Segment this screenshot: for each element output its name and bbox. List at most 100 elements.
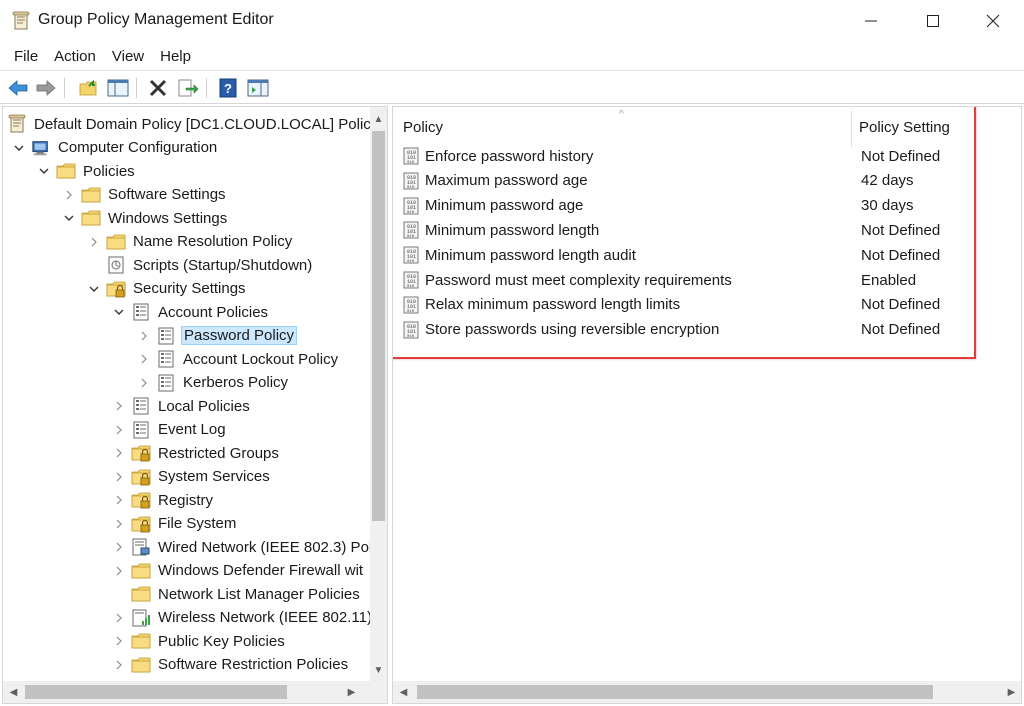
show-hide-action-pane-button[interactable] <box>246 76 270 100</box>
console-tree[interactable]: Default Domain Policy [DC1.CLOUD.LOCAL] … <box>2 106 388 704</box>
back-button[interactable] <box>6 76 30 100</box>
svg-text:010: 010 <box>407 335 415 339</box>
chevron-right-icon[interactable] <box>111 492 127 508</box>
tree-item-label: Registry <box>158 491 214 509</box>
chevron-right-icon[interactable] <box>111 657 127 673</box>
tree-horizontal-scrollbar[interactable]: ◀ ▶ <box>3 681 387 703</box>
script-icon <box>106 256 126 274</box>
scroll-up-arrow-icon[interactable]: ▲ <box>370 111 387 128</box>
tree-item-windows-defender-firewall-wit[interactable]: Windows Defender Firewall wit <box>111 560 365 582</box>
tree-item-account-lockout-policy[interactable]: Account Lockout Policy <box>136 348 340 370</box>
chevron-right-icon[interactable] <box>111 516 127 532</box>
tree-item-wireless-network-ieee-802-11[interactable]: Wireless Network (IEEE 802.11) <box>111 607 374 629</box>
chevron-right-icon[interactable] <box>136 351 152 367</box>
policy-list-icon <box>131 397 151 415</box>
menu-file[interactable]: File <box>6 46 46 67</box>
list-item[interactable]: 010 101 010 Password must meet complexity r… <box>401 268 961 292</box>
scroll-left-arrow-icon[interactable]: ◀ <box>395 681 412 703</box>
window-title: Group Policy Management Editor <box>38 11 274 28</box>
delete-button[interactable] <box>146 76 170 100</box>
chevron-right-icon[interactable] <box>111 469 127 485</box>
menu-action[interactable]: Action <box>46 46 104 67</box>
chevron-right-icon[interactable] <box>61 187 77 203</box>
tree-item-software-restriction-policies[interactable]: Software Restriction Policies <box>111 654 350 676</box>
forward-button[interactable] <box>34 76 58 100</box>
list-item[interactable]: 010 101 010 Store passwords using reversibl… <box>401 318 961 342</box>
list-horizontal-scrollbar[interactable]: ◀ ▶ <box>393 681 1021 703</box>
scroll-right-arrow-icon[interactable]: ▶ <box>343 681 360 703</box>
tree-item-default-domain-policy-dc1-cloud-local-policy[interactable]: Default Domain Policy [DC1.CLOUD.LOCAL] … <box>7 113 380 135</box>
folder-icon <box>81 186 101 204</box>
tree-item-restricted-groups[interactable]: Restricted Groups <box>111 442 281 464</box>
tree-item-computer-configuration[interactable]: Computer Configuration <box>11 137 219 159</box>
column-header-policy-setting[interactable]: Policy Setting <box>859 119 950 136</box>
chevron-down-icon[interactable] <box>11 140 27 156</box>
tree-item-label: Software Restriction Policies <box>158 656 349 673</box>
tree-item-software-settings[interactable]: Software Settings <box>61 184 228 206</box>
tree-item-security-settings[interactable]: Security Settings <box>86 278 248 300</box>
chevron-right-icon[interactable] <box>111 398 127 414</box>
tree-item-wired-network-ieee-802-3-poli[interactable]: Wired Network (IEEE 802.3) Poli <box>111 536 378 558</box>
chevron-down-icon[interactable] <box>111 304 127 320</box>
policy-setting-icon: 010 101 010 <box>401 221 421 239</box>
minimize-button[interactable] <box>848 0 894 42</box>
menu-help[interactable]: Help <box>152 46 199 67</box>
tree-item-system-services[interactable]: System Services <box>111 466 272 488</box>
list-item[interactable]: 010 101 010 Minimum password length Not Defi… <box>401 218 961 242</box>
scroll-left-arrow-icon[interactable]: ◀ <box>5 681 22 703</box>
svg-text:010: 010 <box>407 186 415 190</box>
chevron-right-icon[interactable] <box>111 610 127 626</box>
maximize-button[interactable] <box>910 0 956 42</box>
tree-item-public-key-policies[interactable]: Public Key Policies <box>111 630 287 652</box>
tree-item-label: Security Settings <box>133 280 246 297</box>
chevron-right-icon[interactable] <box>111 633 127 649</box>
scroll-down-arrow-icon[interactable]: ▼ <box>370 662 387 679</box>
show-hide-tree-button[interactable] <box>106 76 130 100</box>
list-item[interactable]: 010 101 010 Maximum password age 42 days <box>401 169 961 193</box>
scroll-right-arrow-icon[interactable]: ▶ <box>1003 681 1020 703</box>
tree-item-name-resolution-policy[interactable]: Name Resolution Policy <box>86 231 294 253</box>
tree-item-password-policy[interactable]: Password Policy <box>136 325 298 347</box>
chevron-down-icon[interactable] <box>36 163 52 179</box>
scrollbar-thumb[interactable] <box>25 685 287 699</box>
maximize-icon <box>927 15 939 27</box>
export-list-button[interactable] <box>176 76 200 100</box>
column-header-policy[interactable]: Policy <box>403 119 443 136</box>
list-item[interactable]: 010 101 010 Relax minimum password length l… <box>401 293 961 317</box>
scrollbar-thumb[interactable] <box>372 131 385 521</box>
tree-vertical-scrollbar[interactable]: ▲ ▼ <box>370 107 387 681</box>
policy-setting-value: 30 days <box>861 197 914 215</box>
chevron-right-icon[interactable] <box>111 539 127 555</box>
chevron-down-icon[interactable] <box>86 281 102 297</box>
list-item[interactable]: 010 101 010 Enforce password history Not Def… <box>401 144 961 168</box>
tree-item-windows-settings[interactable]: Windows Settings <box>61 207 229 229</box>
tree-item-label: Software Settings <box>108 186 226 203</box>
help-button[interactable]: ? <box>216 76 240 100</box>
tree-item-file-system[interactable]: File System <box>111 513 238 535</box>
tree-item-registry[interactable]: Registry <box>111 489 215 511</box>
results-pane[interactable]: ^ Policy Policy Setting 010 101 010 Enforce… <box>392 106 1022 704</box>
tree-item-account-policies[interactable]: Account Policies <box>111 301 270 323</box>
tree-item-policies[interactable]: Policies <box>36 160 137 182</box>
list-item[interactable]: 010 101 010 Minimum password length audit No… <box>401 243 961 267</box>
menu-view[interactable]: View <box>104 46 152 67</box>
folder-icon <box>131 656 151 674</box>
chevron-right-icon[interactable] <box>86 234 102 250</box>
scrollbar-thumb[interactable] <box>417 685 933 699</box>
chevron-right-icon[interactable] <box>111 563 127 579</box>
up-folder-button[interactable] <box>76 76 100 100</box>
chevron-right-icon[interactable] <box>136 328 152 344</box>
tree-item-kerberos-policy[interactable]: Kerberos Policy <box>136 372 290 394</box>
policy-setting-icon: 010 101 010 <box>401 172 421 190</box>
close-button[interactable] <box>970 0 1016 42</box>
column-resize-handle[interactable] <box>851 111 852 147</box>
list-item[interactable]: 010 101 010 Minimum password age 30 days <box>401 194 961 218</box>
tree-item-local-policies[interactable]: Local Policies <box>111 395 252 417</box>
tree-item-scripts-startup-shutdown[interactable]: Scripts (Startup/Shutdown) <box>86 254 314 276</box>
chevron-right-icon[interactable] <box>136 375 152 391</box>
chevron-right-icon[interactable] <box>111 422 127 438</box>
tree-item-network-list-manager-policies[interactable]: Network List Manager Policies <box>111 583 362 605</box>
tree-item-event-log[interactable]: Event Log <box>111 419 228 441</box>
chevron-right-icon[interactable] <box>111 445 127 461</box>
chevron-down-icon[interactable] <box>61 210 77 226</box>
